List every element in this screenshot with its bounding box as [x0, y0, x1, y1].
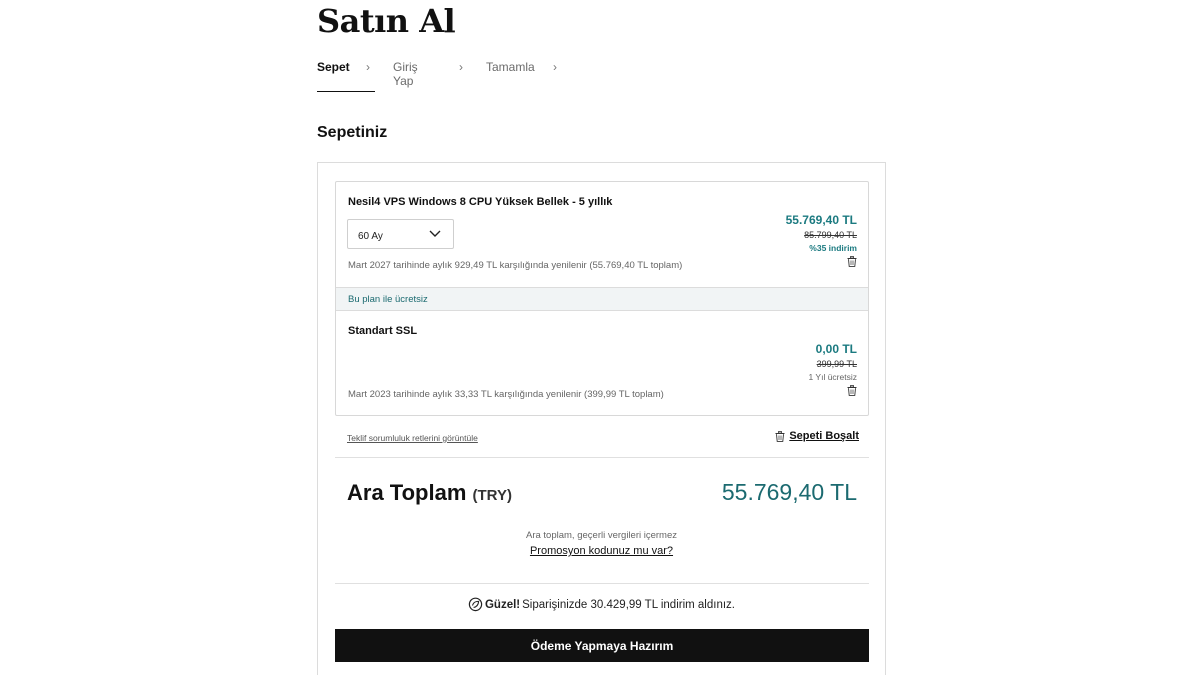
- subtotal-currency: (TRY): [472, 487, 512, 504]
- trash-icon[interactable]: [847, 256, 857, 267]
- step-login[interactable]: Giriş Yap: [393, 60, 418, 92]
- item-old-price: 85.799,40 TL: [804, 230, 857, 240]
- free-period-note: 1 Yıl ücretsiz: [808, 372, 857, 382]
- item-name: Standart SSL: [348, 325, 418, 337]
- cart-item-ssl: Standart SSL Mart 2023 tarihinde aylık 3…: [336, 311, 868, 415]
- cart-items: Nesil4 VPS Windows 8 CPU Yüksek Bellek -…: [335, 181, 869, 416]
- badge-icon: [468, 597, 483, 612]
- subtotal-label-text: Ara Toplam: [347, 480, 467, 505]
- trash-icon: [775, 430, 785, 442]
- trash-icon[interactable]: [847, 385, 857, 396]
- terms-link[interactable]: Teklif sorumluluk retlerini görüntüle: [347, 433, 478, 443]
- subtotal-label: Ara Toplam (TRY): [347, 480, 512, 506]
- step-complete[interactable]: Tamamla: [486, 60, 535, 92]
- cart-panel: Nesil4 VPS Windows 8 CPU Yüksek Bellek -…: [317, 162, 886, 675]
- divider: [335, 583, 869, 584]
- free-with-plan-text: Bu plan ile ücretsiz: [348, 294, 428, 305]
- item-old-price: 399,99 TL: [816, 359, 857, 369]
- promo-code-link[interactable]: Promosyon kodunuz mu var?: [530, 545, 673, 557]
- checkout-button[interactable]: Ödeme Yapmaya Hazırım: [335, 629, 869, 662]
- savings-highlight: Güzel!: [484, 598, 521, 611]
- chevron-right-icon: ›: [553, 60, 557, 74]
- chevron-down-icon: [429, 230, 441, 237]
- term-select-value: 60 Ay: [358, 231, 383, 242]
- empty-cart-button[interactable]: Sepeti Boşalt: [775, 430, 859, 442]
- price-column: 0,00 TL 399,99 TL 1 Yıl ücretsiz: [808, 342, 857, 401]
- item-name: Nesil4 VPS Windows 8 CPU Yüksek Bellek -…: [348, 196, 613, 208]
- checkout-steps: Sepet › Giriş Yap › Tamamla ›: [317, 60, 557, 92]
- cart-heading: Sepetiniz: [317, 124, 388, 141]
- promo-code-link-row: Promosyon kodunuz mu var?: [318, 545, 885, 557]
- cart-item-vps: Nesil4 VPS Windows 8 CPU Yüksek Bellek -…: [336, 182, 868, 287]
- tax-note: Ara toplam, geçerli vergileri içermez: [526, 530, 677, 541]
- price-column: 55.769,40 TL 85.799,40 TL %35 indirim: [786, 213, 857, 272]
- renewal-note: Mart 2023 tarihinde aylık 33,33 TL karşı…: [348, 389, 664, 400]
- cart-actions-row: Teklif sorumluluk retlerini görüntüle Se…: [335, 429, 869, 449]
- term-select[interactable]: 60 Ay: [347, 219, 454, 249]
- chevron-right-icon: ›: [459, 60, 463, 74]
- savings-message: Güzel! Siparişinizde 30.429,99 TL indiri…: [318, 597, 885, 612]
- divider: [335, 457, 869, 458]
- savings-text: Siparişinizde 30.429,99 TL indirim aldın…: [522, 598, 735, 611]
- page-title: Satın Al: [317, 2, 456, 40]
- empty-cart-label: Sepeti Boşalt: [789, 430, 859, 442]
- item-price: 55.769,40 TL: [785, 213, 857, 227]
- free-with-plan-band: Bu plan ile ücretsiz: [336, 287, 868, 311]
- discount-badge: %35 indirim: [809, 243, 857, 253]
- renewal-note: Mart 2027 tarihinde aylık 929,49 TL karş…: [348, 260, 683, 271]
- chevron-right-icon: ›: [366, 60, 370, 74]
- item-price: 0,00 TL: [815, 342, 857, 356]
- subtotal-value: 55.769,40 TL: [721, 479, 857, 505]
